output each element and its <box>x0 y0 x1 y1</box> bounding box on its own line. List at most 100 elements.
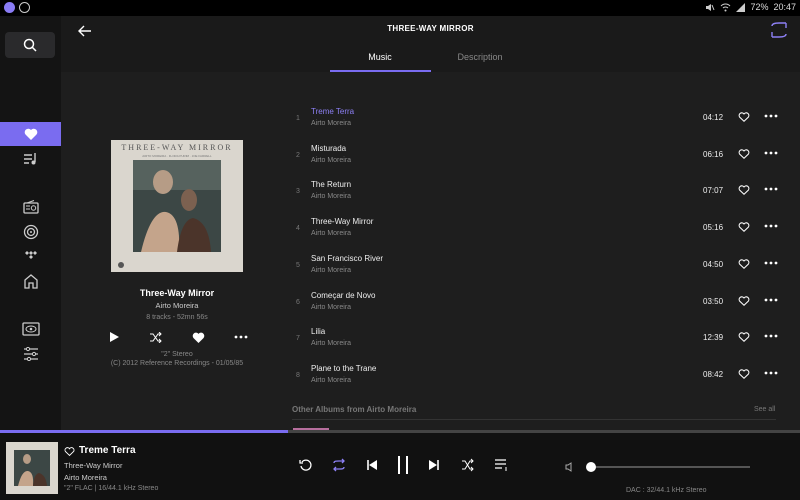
more-icon[interactable] <box>234 335 248 339</box>
sidebar-item-playlists[interactable] <box>0 147 61 171</box>
heart-icon[interactable] <box>738 295 750 307</box>
track-artist: Airto Moreira <box>311 193 352 201</box>
track-row[interactable]: 2 Misturada Airto Moreira 06:16 <box>291 138 781 174</box>
album-meta: 8 tracks - 52mn 56s <box>146 314 208 321</box>
track-title: Three-Way Mirror <box>311 217 374 227</box>
sidebar-item-tidal[interactable] <box>0 244 61 268</box>
replay-icon[interactable] <box>299 458 313 472</box>
album-artist[interactable]: Airto Moreira <box>61 301 293 310</box>
sidebar-item-podcast[interactable] <box>0 220 61 244</box>
track-row[interactable]: 1 Treme Terra Airto Moreira 04:12 <box>291 101 781 137</box>
now-playing-cover-art <box>6 442 58 494</box>
track-duration: 07:07 <box>703 186 724 196</box>
track-duration: 06:16 <box>703 149 724 159</box>
more-icon[interactable] <box>764 151 778 155</box>
track-duration: 04:50 <box>703 259 724 269</box>
album-copyright: (C) 2012 Reference Recordings - 01/05/85 <box>110 360 244 367</box>
home-icon <box>23 274 38 289</box>
sidebar-item-display[interactable] <box>0 317 61 341</box>
track-artist: Airto Moreira <box>311 303 352 311</box>
search-button[interactable] <box>5 32 55 58</box>
track-number: 6 <box>296 298 300 306</box>
heart-icon[interactable] <box>738 368 750 380</box>
heart-icon[interactable] <box>738 184 750 196</box>
track-number: 1 <box>296 115 300 122</box>
podcast-icon <box>23 224 38 240</box>
more-icon[interactable] <box>764 261 778 265</box>
track-row[interactable]: 8 Plane to the Trane Airto Moreira 08:42 <box>291 358 781 394</box>
display-icon <box>21 322 40 336</box>
shuffle-icon[interactable] <box>461 458 475 472</box>
track-row[interactable]: 5 San Francisco River Airto Moreira 04:50 <box>291 248 781 284</box>
queue-icon[interactable] <box>494 458 510 472</box>
tab-music[interactable]: Music <box>330 52 430 62</box>
track-title: Lilia <box>311 327 326 337</box>
repeat-icon[interactable] <box>332 458 346 472</box>
heart-icon[interactable] <box>738 221 750 233</box>
album-content: THREE-WAY MIRROR AIRTO MOREIRA · FLORA P… <box>61 72 800 430</box>
tidal-icon <box>24 251 37 259</box>
sidebar <box>0 16 61 430</box>
track-artist: Airto Moreira <box>311 376 352 384</box>
track-artist: Airto Moreira <box>311 266 352 274</box>
volume-slider-handle[interactable] <box>586 462 596 472</box>
other-albums-title: Other Albums from Airto Moreira <box>292 405 417 414</box>
sidebar-item-favorites[interactable] <box>0 122 61 146</box>
track-number: 5 <box>296 261 300 269</box>
cast-icon <box>771 22 787 38</box>
radio-icon <box>22 200 39 214</box>
play-icon[interactable] <box>108 331 120 343</box>
more-icon[interactable] <box>764 114 778 118</box>
volume-slider[interactable] <box>590 466 750 468</box>
more-icon[interactable] <box>764 371 778 375</box>
track-row[interactable]: 7 Lilia Airto Moreira 12:39 <box>291 321 781 357</box>
now-playing-format: "2" FLAC | 16/44.1 kHz Stereo <box>64 485 159 492</box>
track-title: San Francisco River <box>311 253 384 263</box>
previous-icon[interactable] <box>365 458 379 472</box>
settings-icon <box>23 347 38 361</box>
track-row[interactable]: 4 Three-Way Mirror Airto Moreira 05:16 <box>291 211 781 247</box>
album-cover[interactable]: THREE-WAY MIRROR AIRTO MOREIRA · FLORA P… <box>111 140 243 272</box>
next-icon[interactable] <box>427 458 441 472</box>
more-icon[interactable] <box>764 224 778 228</box>
sidebar-item-radio[interactable] <box>0 195 61 219</box>
now-playing-album[interactable]: Three-Way Mirror <box>64 461 122 470</box>
cover-title-text: THREE-WAY MIRROR <box>121 143 232 152</box>
heart-icon[interactable] <box>738 331 750 343</box>
more-icon[interactable] <box>764 298 778 302</box>
shuffle-icon[interactable] <box>149 331 163 343</box>
sidebar-item-settings[interactable] <box>0 342 61 366</box>
volume-icon[interactable] <box>565 462 575 472</box>
track-row[interactable]: 3 The Return Airto Moreira 07:07 <box>291 174 781 210</box>
heart-icon[interactable] <box>738 111 750 123</box>
sidebar-item-home[interactable] <box>0 269 61 293</box>
player-bar: Treme Terra Three-Way Mirror Airto Morei… <box>0 433 800 500</box>
more-icon[interactable] <box>764 187 778 191</box>
track-duration: 08:42 <box>703 369 724 379</box>
album-cover-art: THREE-WAY MIRROR AIRTO MOREIRA · FLORA P… <box>111 140 243 272</box>
notification-icon <box>19 2 30 13</box>
now-playing-cover[interactable] <box>6 442 58 494</box>
track-duration: 12:39 <box>703 333 724 343</box>
clock: 20:47 <box>773 2 796 12</box>
header: THREE-WAY MIRROR Music Description <box>61 16 800 72</box>
tab-description[interactable]: Description <box>430 52 530 62</box>
signal-icon <box>736 2 746 12</box>
heart-filled-icon[interactable] <box>192 332 205 343</box>
album-title: Three-Way Mirror <box>139 288 215 298</box>
track-title: Treme Terra <box>311 107 355 116</box>
battery-level: 72% <box>750 2 769 12</box>
track-number: 2 <box>296 151 300 159</box>
output-button[interactable] <box>770 21 788 39</box>
pause-icon[interactable] <box>395 455 411 475</box>
see-all-link[interactable]: See all <box>754 406 775 413</box>
now-playing-artist[interactable]: Airto Moreira <box>64 473 107 482</box>
heart-icon[interactable] <box>738 258 750 270</box>
track-artist: Airto Moreira <box>311 340 352 348</box>
track-row[interactable]: 6 Começar de Novo Airto Moreira 03:50 <box>291 285 781 321</box>
favorite-icon[interactable] <box>64 446 75 457</box>
status-bar: 72% 20:47 <box>0 0 800 16</box>
heart-icon[interactable] <box>738 148 750 160</box>
more-icon[interactable] <box>764 334 778 338</box>
page-title: THREE-WAY MIRROR <box>387 24 474 33</box>
